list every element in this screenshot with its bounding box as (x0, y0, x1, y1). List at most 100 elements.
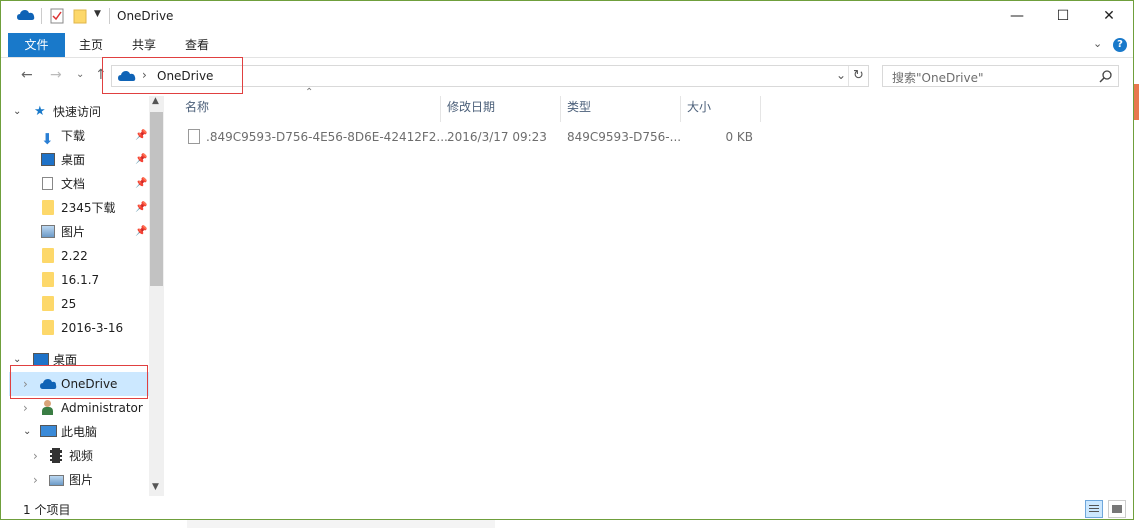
tab-share[interactable]: 共享 (121, 33, 167, 57)
expand-ribbon-icon[interactable]: ⌄ (1093, 37, 1102, 50)
column-header-name[interactable]: 名称 (185, 96, 209, 122)
chevron-down-icon[interactable]: ⌄ (13, 100, 21, 124)
user-icon (42, 400, 53, 415)
pin-icon: 📌 (135, 202, 148, 213)
nav-item-label: 2345下载 (61, 201, 116, 215)
nav-pictures[interactable]: › 图片 (9, 468, 149, 492)
column-separator[interactable] (440, 96, 441, 122)
help-icon[interactable]: ? (1113, 38, 1127, 52)
separator (109, 8, 110, 24)
folder-icon (42, 320, 54, 335)
folder-icon (42, 296, 54, 311)
customize-toolbar-icon[interactable]: ▼ (94, 9, 101, 19)
details-view-icon[interactable] (1085, 500, 1103, 518)
nav-item-label: 快速访问 (53, 105, 102, 119)
document-icon (42, 177, 53, 190)
column-separator[interactable] (680, 96, 681, 122)
nav-item-label: 图片 (61, 225, 86, 239)
properties-icon[interactable] (50, 8, 64, 24)
tab-file[interactable]: 文件 (8, 33, 65, 57)
folder-icon (42, 272, 54, 287)
nav-item-downloads[interactable]: ⬇ 下载 📌 (9, 124, 149, 148)
column-separator[interactable] (560, 96, 561, 122)
nav-item-label: 文档 (61, 177, 86, 191)
nav-administrator[interactable]: › Administrator (9, 396, 149, 420)
address-dropdown-icon[interactable]: ⌄ (836, 68, 846, 82)
nav-videos[interactable]: › 视频 (9, 444, 149, 468)
column-separator[interactable] (760, 96, 761, 122)
new-folder-icon[interactable] (73, 8, 87, 24)
window-title: OneDrive (117, 9, 174, 23)
nav-item-folder[interactable]: 25 (9, 292, 149, 316)
recent-locations-icon[interactable]: ⌄ (76, 69, 84, 80)
video-icon (50, 448, 62, 463)
nav-item-label: 图片 (69, 473, 94, 487)
tab-home[interactable]: 主页 (68, 33, 114, 57)
back-icon[interactable]: ← (21, 67, 33, 83)
search-input[interactable]: 搜索"OneDrive" (882, 65, 1119, 87)
file-type: 849C9593-D756-... (567, 130, 682, 144)
nav-item-label: 16.1.7 (61, 273, 100, 287)
nav-item-pictures[interactable]: 图片 📌 (9, 220, 149, 244)
nav-this-pc[interactable]: ⌄ 此电脑 (9, 420, 149, 444)
nav-item-folder[interactable]: 16.1.7 (9, 268, 149, 292)
nav-item-label: 视频 (69, 449, 94, 463)
computer-icon (40, 425, 57, 437)
pictures-icon (49, 475, 64, 486)
maximize-button[interactable]: ☐ (1040, 1, 1086, 31)
chevron-right-icon[interactable]: › (23, 396, 28, 420)
scroll-up-icon[interactable]: ▲ (152, 96, 159, 106)
nav-item-label: 此电脑 (61, 425, 98, 439)
navigation-pane: ⌄ ★ 快速访问 ⬇ 下载 📌 桌面 📌 文档 📌 2345下载 📌 图片 � (9, 96, 149, 496)
nav-item-label: 2.22 (61, 249, 88, 263)
nav-scrollbar[interactable]: ▲ ▼ (149, 96, 164, 496)
nav-item-label: Administrator (61, 401, 143, 415)
file-name[interactable]: .849C9593-D756-4E56-8D6E-42412F2... (206, 127, 448, 147)
chevron-down-icon[interactable]: ⌄ (23, 420, 31, 444)
refresh-icon[interactable]: ↻ (853, 68, 864, 83)
background-window-fragment (187, 520, 495, 528)
nav-item-2345-downloads[interactable]: 2345下载 📌 (9, 196, 149, 220)
tab-view[interactable]: 查看 (174, 33, 220, 57)
column-header-type[interactable]: 类型 (567, 96, 591, 122)
file-modified: 2016/3/17 09:23 (447, 130, 547, 144)
forward-icon[interactable]: → (50, 67, 62, 83)
nav-item-label: 2016-3-16 (61, 321, 124, 335)
nav-quick-access[interactable]: ⌄ ★ 快速访问 (9, 100, 149, 124)
column-header-size[interactable]: 大小 (687, 96, 711, 122)
desktop-icon (41, 153, 55, 166)
highlight-box (102, 57, 243, 94)
nav-item-label: 下载 (61, 129, 86, 143)
explorer-window: ▼ OneDrive — ☐ ✕ 文件 主页 共享 查看 ⌄ ? ← → ⌄ ↑… (0, 0, 1134, 520)
star-icon: ★ (34, 104, 46, 119)
highlight-box (10, 365, 148, 399)
nav-item-folder[interactable]: 2.22 (9, 244, 149, 268)
search-icon[interactable] (1099, 70, 1112, 83)
onedrive-icon (17, 10, 35, 20)
chevron-right-icon[interactable]: › (33, 468, 38, 492)
nav-item-label: 25 (61, 297, 77, 311)
separator (848, 66, 849, 86)
nav-item-label: 桌面 (61, 153, 86, 167)
separator (41, 8, 42, 24)
sort-ascending-icon: ⌃ (305, 87, 314, 98)
background-window-fragment (1134, 84, 1139, 120)
pin-icon: 📌 (135, 226, 148, 237)
minimize-button[interactable]: — (994, 1, 1040, 31)
large-icons-view-icon[interactable] (1108, 500, 1126, 518)
folder-icon (42, 248, 54, 263)
nav-item-folder[interactable]: 2016-3-16 (9, 316, 149, 340)
scrollbar-thumb[interactable] (150, 112, 163, 286)
file-size: 0 KB (725, 130, 753, 144)
folder-icon (42, 200, 54, 215)
chevron-right-icon[interactable]: › (33, 444, 38, 468)
pin-icon: 📌 (135, 178, 148, 189)
status-item-count: 1 个项目 (23, 503, 71, 517)
title-bar: ▼ OneDrive — ☐ ✕ (1, 1, 1133, 33)
column-header-modified[interactable]: 修改日期 (447, 96, 495, 122)
file-icon (188, 129, 200, 144)
nav-item-desktop[interactable]: 桌面 📌 (9, 148, 149, 172)
nav-item-documents[interactable]: 文档 📌 (9, 172, 149, 196)
scroll-down-icon[interactable]: ▼ (152, 482, 159, 492)
close-button[interactable]: ✕ (1086, 1, 1132, 31)
